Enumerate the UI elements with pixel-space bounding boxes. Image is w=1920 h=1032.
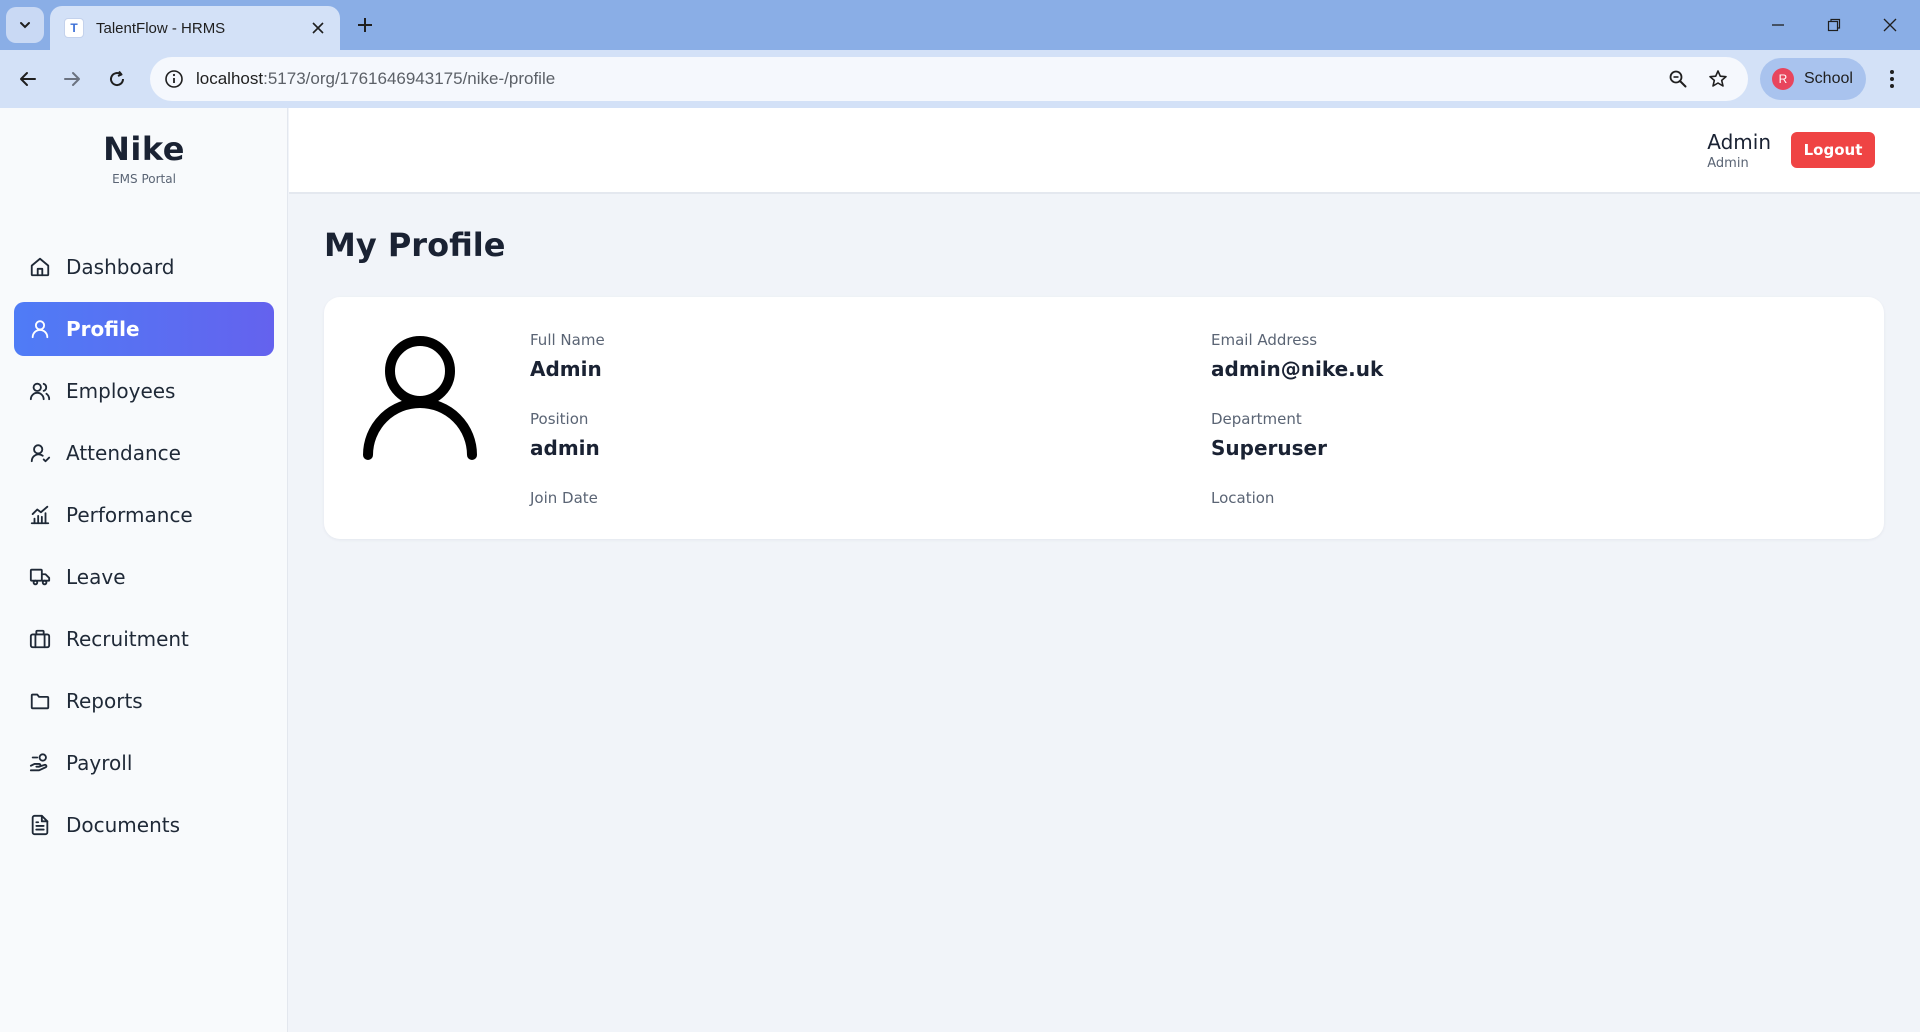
sidebar-item-attendance[interactable]: Attendance xyxy=(14,426,274,480)
tab-search-button[interactable] xyxy=(6,7,44,43)
close-icon xyxy=(1883,18,1897,32)
sidebar-item-recruitment[interactable]: Recruitment xyxy=(14,612,274,666)
sidebar-item-label: Attendance xyxy=(66,441,181,465)
sidebar-item-label: Employees xyxy=(66,379,176,403)
sidebar-item-label: Recruitment xyxy=(66,627,189,651)
sidebar-item-label: Reports xyxy=(66,689,143,713)
sidebar-item-reports[interactable]: Reports xyxy=(14,674,274,728)
users-icon xyxy=(28,379,52,403)
sidebar-item-documents[interactable]: Documents xyxy=(14,798,274,852)
url-host: localhost xyxy=(196,69,264,88)
sidebar-item-leave[interactable]: Leave xyxy=(14,550,274,604)
forward-button[interactable] xyxy=(56,63,88,95)
close-icon xyxy=(312,22,324,34)
user-check-icon xyxy=(28,441,52,465)
more-vertical-icon xyxy=(1890,70,1894,88)
minimize-button[interactable] xyxy=(1758,8,1798,42)
logout-button[interactable]: Logout xyxy=(1791,132,1875,168)
tab-close-button[interactable] xyxy=(306,16,330,40)
minimize-icon xyxy=(1772,24,1784,26)
home-icon xyxy=(28,255,52,279)
bookmark-star-icon[interactable] xyxy=(1706,67,1730,91)
browser-menu-button[interactable] xyxy=(1876,63,1908,95)
brand: Nike EMS Portal xyxy=(0,130,288,186)
close-window-button[interactable] xyxy=(1870,8,1910,42)
sidebar-item-label: Performance xyxy=(66,503,193,527)
field-email: Email Address admin@nike.uk xyxy=(1211,331,1383,381)
arrow-right-icon xyxy=(64,72,80,86)
browser-profile-button[interactable]: R School xyxy=(1760,58,1866,100)
avatar-user-icon xyxy=(362,333,478,461)
sidebar-item-label: Payroll xyxy=(66,751,133,775)
page-title: My Profile xyxy=(324,226,506,264)
field-label: Email Address xyxy=(1211,331,1318,349)
back-button[interactable] xyxy=(12,63,44,95)
sidebar-item-dashboard[interactable]: Dashboard xyxy=(14,240,274,294)
hand-coins-icon xyxy=(28,751,52,775)
sidebar: Nike EMS Portal Dashboard Profile Employ… xyxy=(0,108,288,1032)
chevron-down-icon xyxy=(20,22,30,29)
url-path: :5173/org/1761646943175/nike-/profile xyxy=(263,69,556,88)
field-value: admin xyxy=(530,436,600,460)
sidebar-nav: Dashboard Profile Employees Attendance P… xyxy=(14,240,274,860)
chart-icon xyxy=(28,503,52,527)
current-user: Admin Admin xyxy=(1707,130,1771,171)
field-label: Location xyxy=(1211,489,1275,507)
truck-icon xyxy=(28,565,52,589)
field-value: Superuser xyxy=(1211,436,1327,460)
field-label: Full Name xyxy=(530,331,605,349)
app-header: Admin Admin Logout xyxy=(289,108,1920,194)
brand-subtitle: EMS Portal xyxy=(112,172,176,186)
field-department: Department Superuser xyxy=(1211,410,1327,460)
sidebar-item-profile[interactable]: Profile xyxy=(14,302,274,356)
url-text: localhost:5173/org/1761646943175/nike-/p… xyxy=(196,69,555,89)
sidebar-item-performance[interactable]: Performance xyxy=(14,488,274,542)
sidebar-item-label: Dashboard xyxy=(66,255,175,279)
document-icon xyxy=(28,813,52,837)
user-role: Admin xyxy=(1707,156,1749,171)
main-content: My Profile Full Name Admin Email Address… xyxy=(289,196,1920,1032)
browser-tab-active[interactable]: T TalentFlow - HRMS xyxy=(50,6,340,50)
profile-label: School xyxy=(1804,70,1853,87)
field-label: Position xyxy=(530,410,589,428)
field-value: admin@nike.uk xyxy=(1211,357,1384,381)
folder-icon xyxy=(28,689,52,713)
sidebar-item-label: Profile xyxy=(66,317,140,341)
briefcase-icon xyxy=(28,627,52,651)
address-bar[interactable]: localhost:5173/org/1761646943175/nike-/p… xyxy=(150,57,1748,101)
field-value: Admin xyxy=(530,357,602,381)
plus-icon xyxy=(358,18,372,32)
restore-icon xyxy=(1827,18,1841,32)
field-full-name: Full Name Admin xyxy=(530,331,605,381)
zoom-icon[interactable] xyxy=(1666,67,1690,91)
sidebar-item-label: Leave xyxy=(66,565,126,589)
tab-favicon-icon: T xyxy=(64,18,84,38)
sidebar-item-employees[interactable]: Employees xyxy=(14,364,274,418)
sidebar-item-payroll[interactable]: Payroll xyxy=(14,736,274,790)
sidebar-item-label: Documents xyxy=(66,813,181,837)
profile-card: Full Name Admin Email Address admin@nike… xyxy=(324,297,1884,539)
browser-toolbar: localhost:5173/org/1761646943175/nike-/p… xyxy=(0,50,1920,108)
restore-button[interactable] xyxy=(1814,8,1854,42)
reload-icon xyxy=(110,70,125,87)
new-tab-button[interactable] xyxy=(350,10,380,40)
user-icon xyxy=(28,317,52,341)
field-location: Location xyxy=(1211,489,1274,515)
tab-title: TalentFlow - HRMS xyxy=(96,19,226,37)
user-name: Admin xyxy=(1707,130,1771,154)
field-position: Position admin xyxy=(530,410,600,460)
profile-avatar: R xyxy=(1772,68,1794,90)
brand-name: Nike xyxy=(103,130,185,168)
browser-tabstrip: T TalentFlow - HRMS xyxy=(0,0,1920,50)
field-join-date: Join Date xyxy=(530,489,598,515)
arrow-left-icon xyxy=(20,72,36,86)
field-label: Join Date xyxy=(530,489,598,507)
site-info-icon[interactable] xyxy=(162,67,186,91)
reload-button[interactable] xyxy=(101,63,133,95)
field-label: Department xyxy=(1211,410,1302,428)
